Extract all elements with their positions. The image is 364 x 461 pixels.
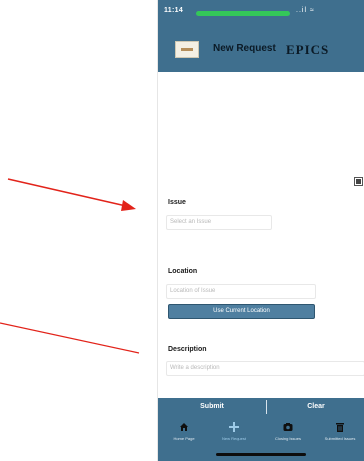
arrow-to-issue-field bbox=[7, 178, 136, 211]
tab-submitted-issues[interactable]: Submitted Issues bbox=[320, 420, 360, 450]
image-icon[interactable] bbox=[354, 177, 363, 186]
issue-select[interactable]: Select an Issue bbox=[166, 215, 272, 230]
page-title: New Request bbox=[213, 43, 276, 54]
plus-icon bbox=[229, 422, 239, 432]
status-bar: 11:14 ..il ≈ bbox=[158, 0, 364, 26]
description-label: Description bbox=[168, 346, 207, 353]
active-call-pill bbox=[196, 11, 290, 16]
tab-label-new-request: New Request bbox=[221, 436, 246, 441]
action-bar: Submit Clear bbox=[158, 398, 364, 416]
location-label: Location bbox=[168, 268, 198, 275]
arrow-to-description-field bbox=[0, 322, 140, 354]
status-time: 11:14 bbox=[164, 7, 184, 14]
tab-new-request[interactable]: New Request bbox=[214, 420, 254, 450]
submit-button[interactable]: Submit bbox=[158, 398, 266, 416]
trash-icon bbox=[336, 423, 344, 432]
tab-label-closing-issues: Closing Issues bbox=[274, 436, 301, 441]
clear-button[interactable]: Clear bbox=[267, 398, 364, 416]
tab-label-home: Home Page bbox=[173, 436, 195, 441]
annotated-screenshot: 11:14 ..il ≈ New Request EPICS Issue Sel… bbox=[0, 0, 364, 461]
location-input[interactable]: Location of Issue bbox=[166, 284, 316, 299]
phone-screen: 11:14 ..il ≈ New Request EPICS Issue Sel… bbox=[157, 0, 364, 461]
home-icon bbox=[180, 423, 188, 431]
tab-closing-issues[interactable]: Closing Issues bbox=[268, 420, 308, 450]
home-indicator bbox=[216, 453, 306, 456]
header-bar: New Request EPICS bbox=[158, 26, 364, 72]
issue-label: Issue bbox=[168, 199, 186, 206]
app-logo-icon bbox=[175, 41, 199, 58]
tab-label-submitted-issues: Submitted Issues bbox=[324, 436, 356, 441]
signal-wifi-icons: ..il ≈ bbox=[296, 7, 315, 14]
camera-icon bbox=[283, 423, 293, 431]
description-input[interactable]: Write a description bbox=[166, 361, 364, 376]
tab-home[interactable]: Home Page bbox=[164, 420, 204, 450]
brand-logo-text: EPICS bbox=[286, 42, 330, 57]
use-current-location-button[interactable]: Use Current Location bbox=[168, 304, 315, 319]
